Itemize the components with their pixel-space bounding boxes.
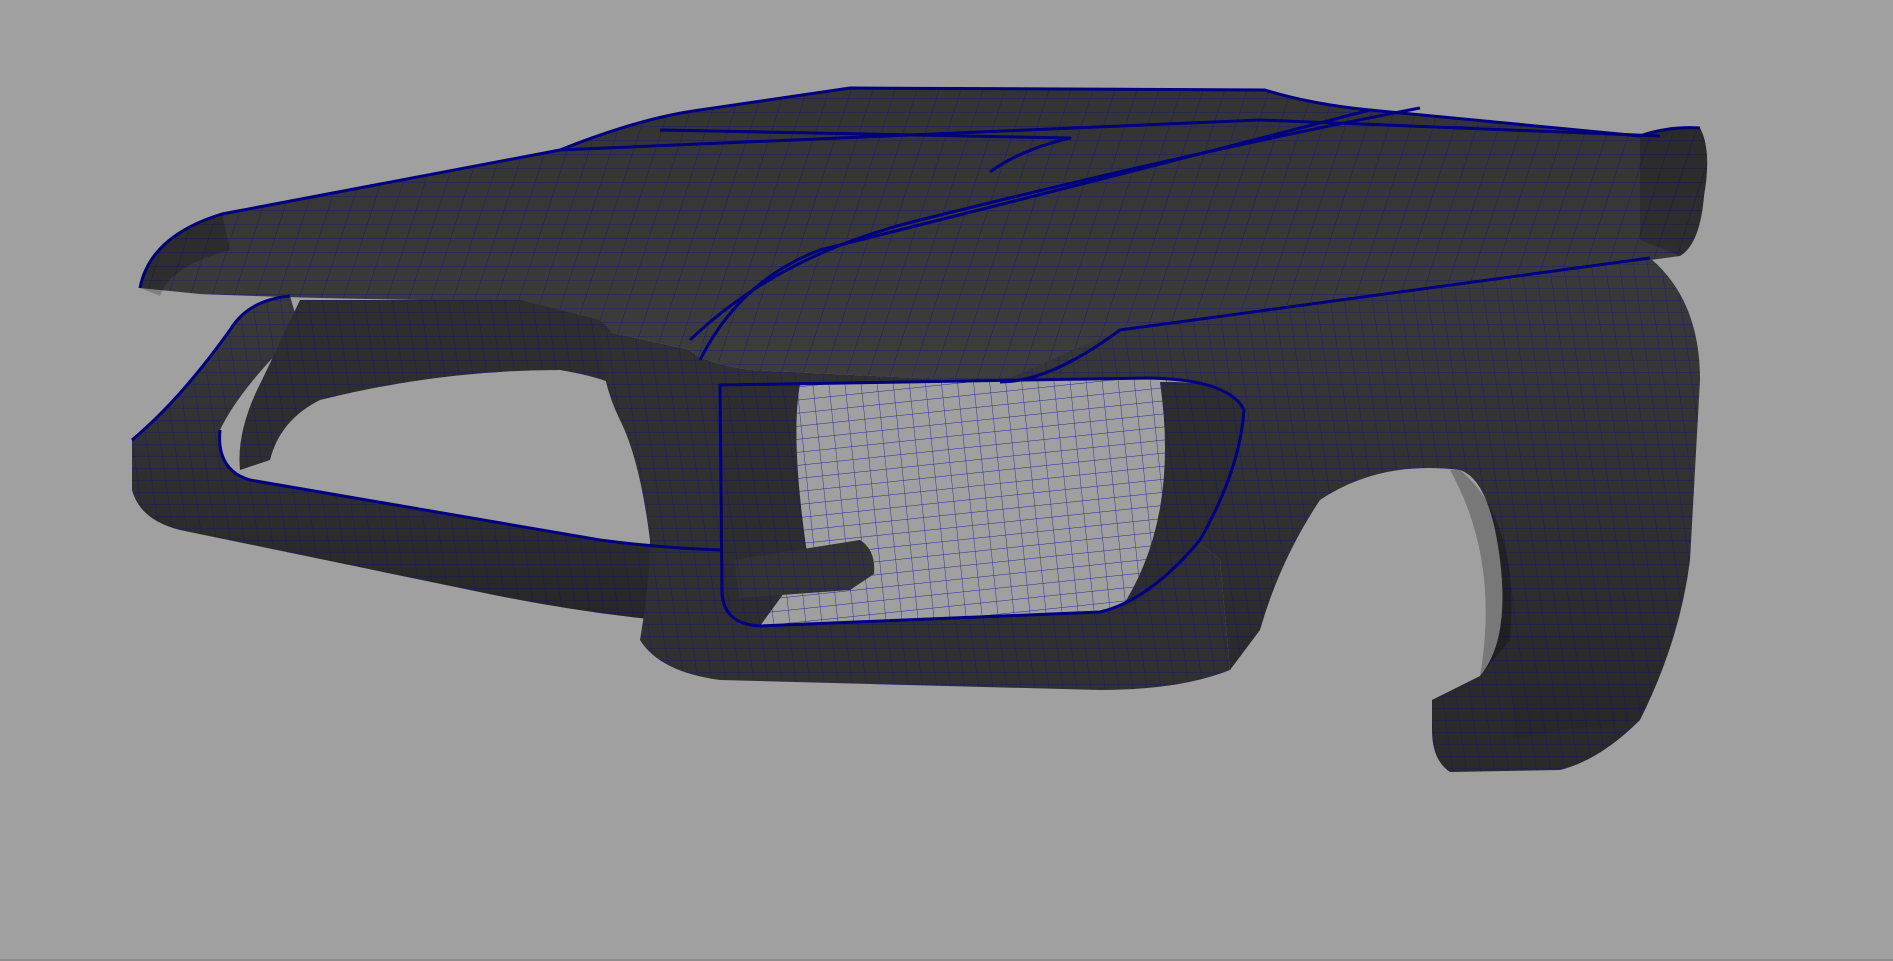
3d-viewport[interactable] — [0, 0, 1893, 961]
viewport-canvas[interactable] — [0, 0, 1893, 961]
